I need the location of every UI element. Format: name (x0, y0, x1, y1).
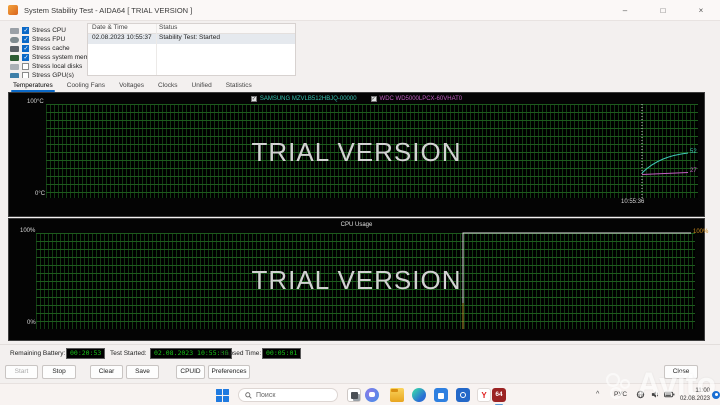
stress-option-cache[interactable]: Stress cache (10, 44, 70, 53)
tabbar: Temperatures Cooling Fans Voltages Clock… (0, 78, 720, 92)
close-window-button[interactable]: × (682, 0, 720, 21)
tab-temperatures[interactable]: Temperatures (6, 79, 60, 92)
task-view-icon[interactable] (347, 388, 361, 402)
speaker-icon[interactable] (651, 390, 660, 399)
cpu-current-value: 100% (693, 229, 709, 235)
tab-unified[interactable]: Unified (185, 79, 219, 92)
statusbar: Remaining Battery: 00:20:53 Test Started… (0, 344, 720, 362)
tab-cooling-fans[interactable]: Cooling Fans (60, 79, 112, 92)
cpu-icon (10, 27, 19, 34)
stress-option-fpu[interactable]: Stress FPU (10, 35, 65, 44)
elapsed-time-label: Elapsed Time: (220, 350, 262, 357)
column-divider (156, 24, 157, 75)
column-header-status[interactable]: Status (156, 24, 295, 33)
stress-disks-checkbox[interactable] (22, 63, 29, 70)
stress-cpu-checkbox[interactable] (22, 27, 29, 34)
app-blue-icon[interactable] (456, 388, 470, 402)
yandex-browser-icon[interactable]: Y (477, 388, 491, 402)
column-header-datetime[interactable]: Date & Time (88, 24, 156, 33)
test-config-panel: Stress CPU Stress FPU Stress cache Stres… (0, 21, 720, 79)
hdd-temp-value: 27 (690, 168, 697, 174)
temperature-series-plot (641, 104, 689, 198)
remaining-battery-value: 00:20:53 (66, 348, 106, 359)
aida64-app-icon (8, 5, 18, 15)
stress-cache-checkbox[interactable] (22, 45, 29, 52)
language-indicator[interactable]: РУС (614, 391, 627, 398)
file-explorer-icon[interactable] (390, 388, 404, 402)
tab-statistics[interactable]: Statistics (219, 79, 259, 92)
maximize-button[interactable]: □ (644, 0, 682, 21)
edge-icon[interactable] (412, 388, 426, 402)
store-icon[interactable] (434, 388, 448, 402)
cpu-usage-graph-panel: CPU Usage 100% 0% TRIAL VERSION 100% (8, 218, 709, 341)
taskbar: Поиск Y 64 ^ РУС 11:00 02.08.2023 (0, 383, 720, 405)
stop-button[interactable]: Stop (42, 365, 76, 379)
test-start-time-marker: 10:55:36 (621, 199, 645, 205)
ssd-temp-value: 52 (690, 149, 697, 155)
tab-clocks[interactable]: Clocks (151, 79, 185, 92)
start-button-windows[interactable] (216, 389, 230, 403)
log-row-datetime: 02.08.2023 10:55:37 (92, 34, 152, 41)
event-log-table: Date & Time Status 02.08.2023 10:55:37 S… (87, 23, 296, 76)
cpu-usage-plot (462, 232, 691, 329)
window-title: System Stability Test - AIDA64 [ TRIAL V… (24, 5, 193, 15)
notification-icon[interactable] (712, 391, 720, 399)
disk-icon (10, 63, 19, 70)
search-input[interactable]: Поиск (238, 388, 338, 402)
clock-time: 11:00 (695, 388, 710, 394)
stress-option-disks[interactable]: Stress local disks (10, 62, 82, 71)
temperature-graph-panel: SAMSUNG MZVLB512HBJQ-00000 WDC WD5000LPC… (8, 92, 705, 217)
remaining-battery-label: Remaining Battery: (10, 350, 66, 357)
cpuid-button[interactable]: CPUID (176, 365, 205, 379)
event-log-header: Date & Time Status (88, 24, 295, 34)
preferences-button[interactable]: Preferences (208, 365, 250, 379)
network-icon[interactable] (636, 390, 645, 399)
stress-option-memory[interactable]: Stress system memory (10, 53, 98, 62)
aida64-taskbar-icon[interactable]: 64 (492, 388, 506, 402)
start-button[interactable]: Start (5, 365, 38, 379)
cache-icon (10, 45, 19, 52)
log-row-status: Stability Test: Started (159, 34, 220, 41)
window-controls: – □ × (606, 0, 720, 21)
stress-memory-checkbox[interactable] (22, 54, 29, 61)
minimize-button[interactable]: – (606, 0, 644, 21)
search-icon (245, 391, 252, 399)
memory-icon (10, 54, 19, 61)
close-button[interactable]: Close (664, 365, 698, 379)
search-placeholder: Поиск (256, 391, 276, 399)
chat-icon[interactable] (365, 388, 379, 402)
screen: System Stability Test - AIDA64 [ TRIAL V… (0, 0, 720, 405)
clock-date: 02.08.2023 (679, 396, 710, 402)
elapsed-time-value: 00:05:01 (262, 348, 302, 359)
titlebar: System Stability Test - AIDA64 [ TRIAL V… (0, 0, 720, 21)
actionbar: Start Stop Clear Save CPUID Preferences … (0, 362, 720, 383)
tray-expand-icon[interactable]: ^ (596, 391, 599, 398)
stress-option-cpu[interactable]: Stress CPU (10, 26, 66, 35)
test-started-label: Test Started: (110, 350, 147, 357)
clock[interactable]: 11:00 02.08.2023 (672, 387, 710, 403)
tab-voltages[interactable]: Voltages (112, 79, 151, 92)
save-button[interactable]: Save (126, 365, 159, 379)
log-row[interactable]: 02.08.2023 10:55:37 Stability Test: Star… (88, 34, 295, 44)
fpu-icon (10, 36, 19, 43)
clear-button[interactable]: Clear (90, 365, 123, 379)
stress-fpu-checkbox[interactable] (22, 36, 29, 43)
